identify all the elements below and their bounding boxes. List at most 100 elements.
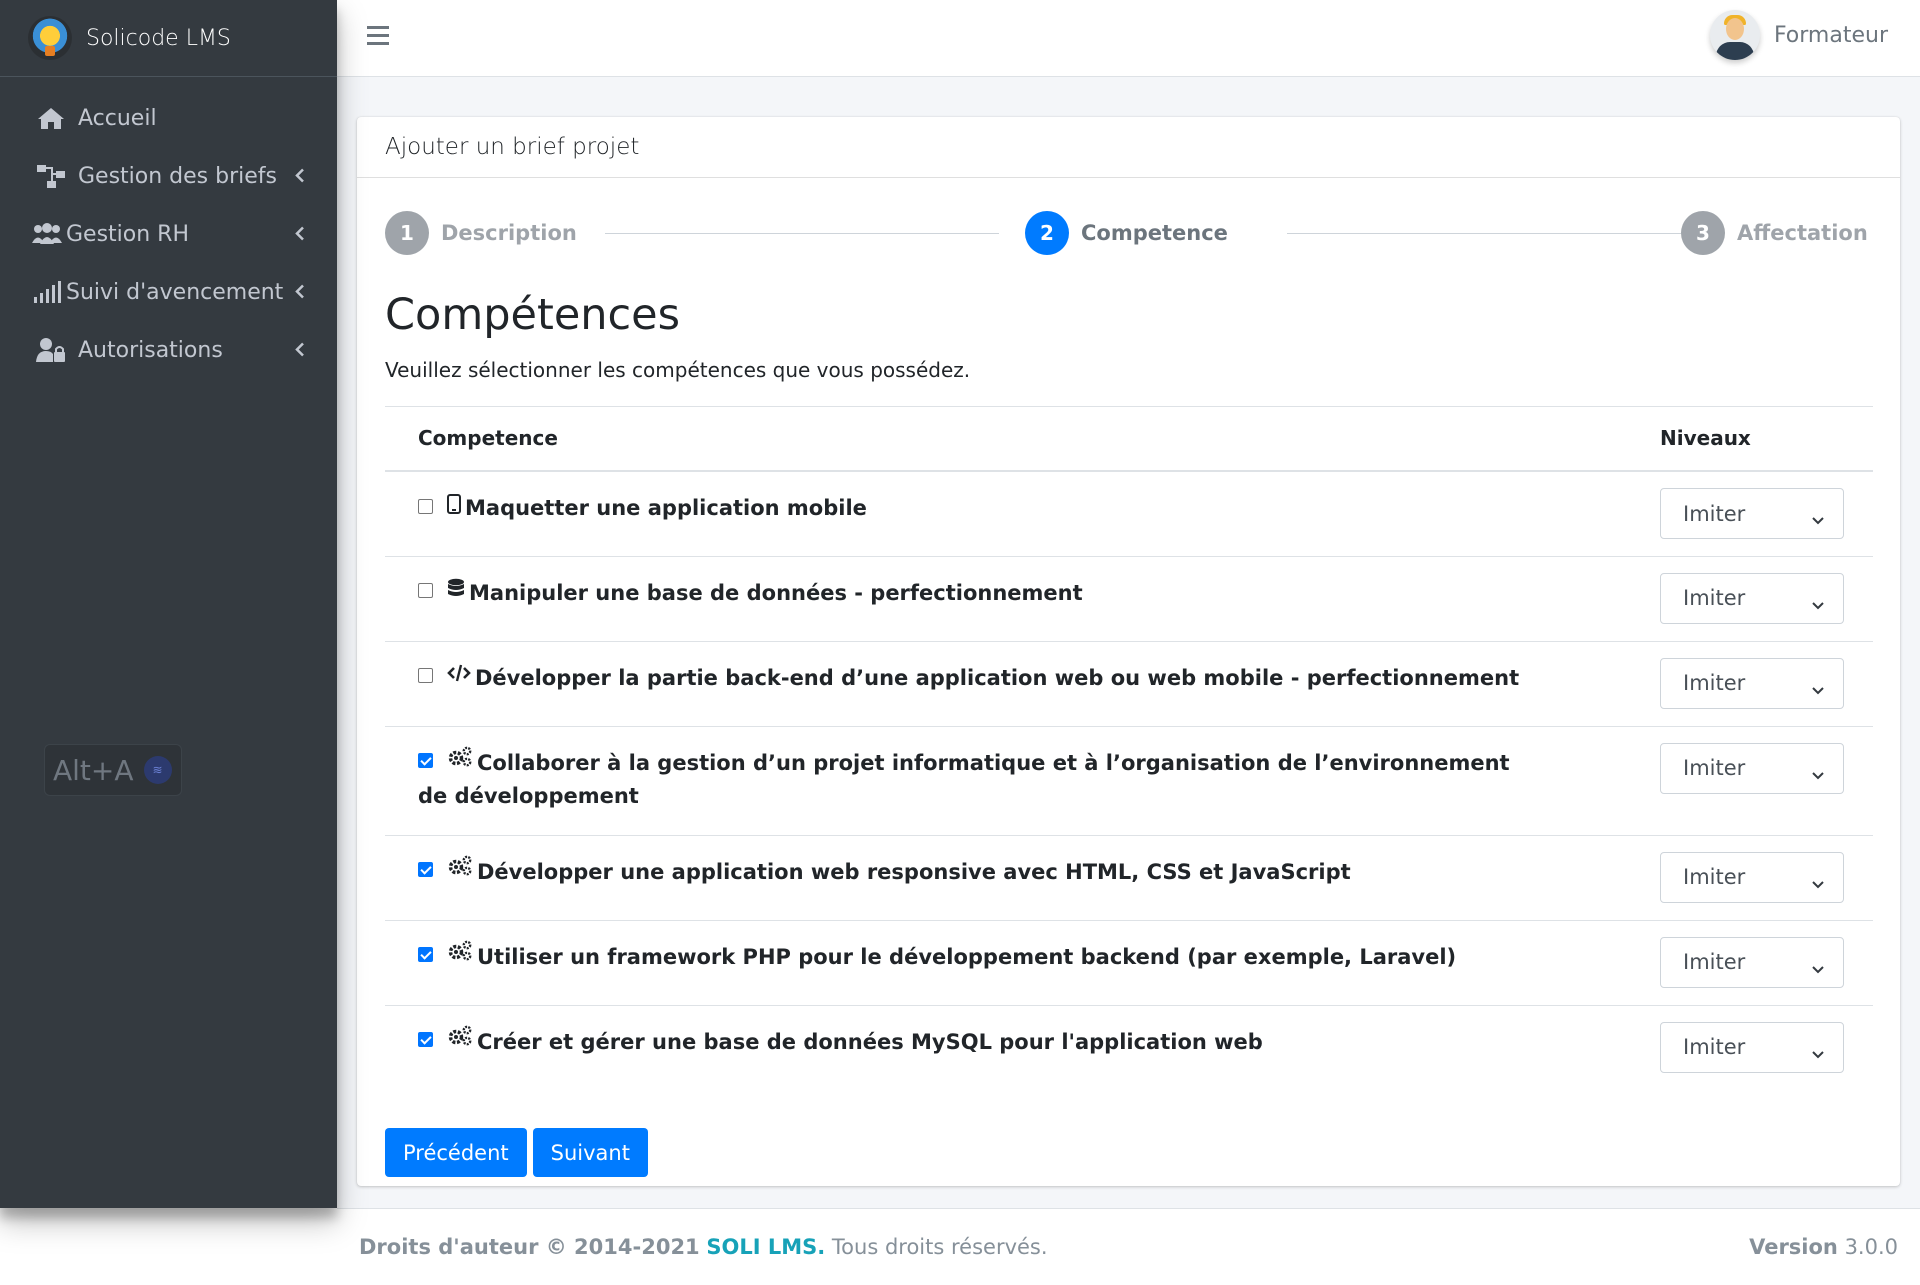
level-cell: Imiter: [1660, 834, 1873, 921]
column-header-niveaux: Niveaux: [1660, 405, 1873, 473]
version-label: Version: [1749, 1235, 1838, 1259]
level-cell: Imiter: [1660, 725, 1873, 836]
competence-checkbox[interactable]: [418, 498, 433, 514]
footer-brand-link[interactable]: SOLI LMS.: [706, 1235, 825, 1259]
database-icon: [447, 575, 465, 608]
step-label: Competence: [1081, 221, 1228, 245]
user-menu[interactable]: Formateur: [1709, 10, 1888, 60]
sidebar-item-suivi[interactable]: Suivi d'avencement: [0, 263, 337, 321]
level-cell: Imiter: [1660, 470, 1873, 557]
cogs-icon: [447, 939, 473, 972]
cogs-icon: [447, 745, 473, 778]
brief-card: Ajouter un brief projet 1 Description 2 …: [357, 117, 1900, 1186]
step-label: Description: [441, 221, 577, 245]
table-header-row: Competence Niveaux: [385, 405, 1873, 473]
chevron-down-icon: [1811, 1041, 1825, 1065]
sidebar-item-gestion-briefs[interactable]: Gestion des briefs: [0, 147, 337, 205]
level-select[interactable]: Imiter: [1660, 1021, 1844, 1073]
level-cell: Imiter: [1660, 919, 1873, 1006]
chevron-down-icon: [1811, 677, 1825, 701]
cogs-icon: [447, 854, 473, 887]
user-lock-icon: [34, 337, 68, 363]
level-select[interactable]: Imiter: [1660, 572, 1844, 624]
table-row: Collaborer à la gestion d’un projet info…: [385, 725, 1873, 836]
signal-icon: [30, 281, 64, 303]
step-connector: [1287, 233, 1681, 234]
voice-icon: ≋: [143, 756, 172, 784]
cogs-icon: [447, 1024, 473, 1057]
competence-label: Manipuler une base de données - perfecti…: [469, 580, 1083, 605]
chevron-down-icon: [1811, 507, 1825, 531]
table-row: Développer une application web responsiv…: [385, 834, 1873, 921]
step-number: 3: [1681, 211, 1725, 255]
menu-toggle-icon[interactable]: [367, 26, 389, 46]
level-select[interactable]: Imiter: [1660, 936, 1844, 988]
competence-cell: Créer et gérer une base de données MySQL…: [385, 1004, 1660, 1091]
level-selected-value: Imiter: [1683, 501, 1746, 526]
shortcut-widget[interactable]: Alt+A ≋: [44, 744, 182, 796]
competence-checkbox[interactable]: [418, 753, 433, 769]
users-icon: [30, 223, 64, 245]
chevron-down-icon: [1811, 956, 1825, 980]
chevron-down-icon: [1811, 762, 1825, 786]
card-body: 1 Description 2 Competence 3 Affectation…: [357, 178, 1900, 1178]
table-row: Maquetter une application mobile Imiter: [385, 470, 1873, 557]
level-select[interactable]: Imiter: [1660, 851, 1844, 903]
level-selected-value: Imiter: [1683, 1035, 1746, 1060]
avatar: [1709, 10, 1760, 60]
step-competence[interactable]: 2 Competence: [1025, 211, 1228, 255]
competence-cell: Collaborer à la gestion d’un projet info…: [385, 725, 1660, 836]
competence-cell: Maquetter une application mobile: [385, 470, 1660, 557]
next-button[interactable]: Suivant: [532, 1128, 648, 1178]
chevron-left-icon: [295, 280, 305, 305]
brand-name: Solicode LMS: [86, 25, 231, 51]
level-cell: Imiter: [1660, 1004, 1873, 1091]
level-selected-value: Imiter: [1683, 950, 1746, 975]
competence-label: Collaborer à la gestion d’un projet info…: [418, 750, 1510, 808]
brand-logo: [28, 16, 72, 60]
step-number: 2: [1025, 211, 1069, 255]
level-selected-value: Imiter: [1683, 671, 1746, 696]
chevron-left-icon: [295, 164, 305, 189]
chevron-down-icon: [1811, 592, 1825, 616]
sidebar-nav: Accueil Gestion des briefs Gestion RH Su…: [0, 77, 337, 379]
competence-checkbox[interactable]: [418, 947, 433, 963]
stepper: 1 Description 2 Competence 3 Affectation: [385, 178, 1872, 286]
step-description[interactable]: 1 Description: [385, 211, 577, 255]
level-select[interactable]: Imiter: [1660, 742, 1844, 794]
sidebar-item-gestion-rh[interactable]: Gestion RH: [0, 205, 337, 263]
level-cell: Imiter: [1660, 555, 1873, 642]
content-wrapper: Ajouter un brief projet 1 Description 2 …: [337, 77, 1920, 1208]
sidebar-item-accueil[interactable]: Accueil: [0, 89, 337, 147]
competence-label: Développer une application web responsiv…: [477, 859, 1351, 884]
competence-checkbox[interactable]: [418, 862, 433, 878]
previous-button[interactable]: Précédent: [385, 1128, 527, 1178]
table-row: Utiliser un framework PHP pour le dévelo…: [385, 919, 1873, 1006]
mobile-icon: [447, 491, 461, 524]
step-affectation[interactable]: 3 Affectation: [1681, 211, 1868, 255]
version-number: 3.0.0: [1844, 1235, 1898, 1259]
chevron-left-icon: [295, 222, 305, 247]
table-row: Créer et gérer une base de données MySQL…: [385, 1004, 1873, 1091]
brand-link[interactable]: Solicode LMS: [0, 0, 337, 77]
form-actions: Précédent Suivant: [385, 1128, 1872, 1178]
section-title: Compétences: [385, 290, 681, 340]
sidebar-item-autorisations[interactable]: Autorisations: [0, 321, 337, 379]
competence-checkbox[interactable]: [418, 583, 433, 599]
level-select[interactable]: Imiter: [1660, 488, 1844, 540]
competence-label: Créer et gérer une base de données MySQL…: [477, 1029, 1263, 1054]
sidebar-item-label: Accueil: [78, 105, 157, 131]
sidebar-item-label: Suivi d'avencement: [66, 279, 284, 305]
competence-label: Maquetter une application mobile: [465, 496, 867, 521]
competence-cell: Développer une application web responsiv…: [385, 834, 1660, 921]
competence-label: Utiliser un framework PHP pour le dévelo…: [477, 944, 1457, 969]
copyright-text: Droits d'auteur © 2014-2021: [359, 1235, 700, 1259]
competence-cell: Manipuler une base de données - perfecti…: [385, 555, 1660, 642]
competence-label: Développer la partie back-end d’une appl…: [475, 665, 1520, 690]
level-select[interactable]: Imiter: [1660, 657, 1844, 709]
competence-cell: Utiliser un framework PHP pour le dévelo…: [385, 919, 1660, 1006]
sidebar-item-label: Gestion RH: [66, 221, 190, 247]
home-icon: [34, 106, 68, 130]
competence-checkbox[interactable]: [418, 1032, 433, 1048]
competence-checkbox[interactable]: [418, 668, 433, 684]
